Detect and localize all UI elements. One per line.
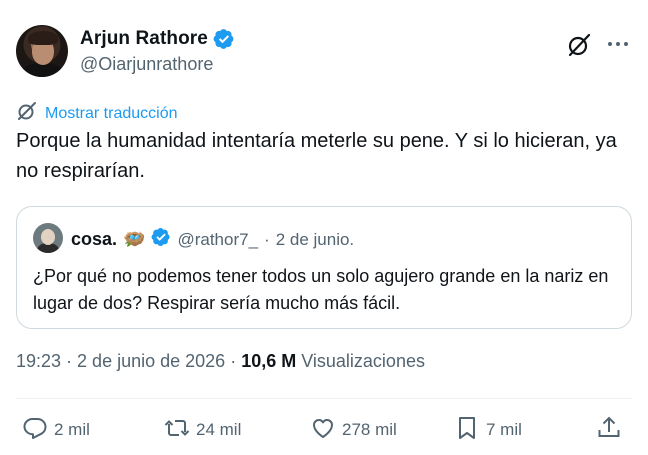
author-name-row: Arjun Rathore — [80, 28, 235, 50]
action-bar: 2 mil 24 mil 278 mil 7 mil — [22, 414, 628, 446]
share-button[interactable] — [596, 414, 622, 446]
share-icon — [596, 415, 622, 446]
translate-link[interactable]: Mostrar traducción — [16, 100, 178, 127]
reply-icon — [22, 415, 48, 446]
tweet-time[interactable]: 19:23 — [16, 351, 61, 372]
divider — [16, 398, 632, 399]
quote-text: ¿Por qué no podemos tener todos un solo … — [33, 266, 609, 313]
translate-label[interactable]: Mostrar traducción — [45, 105, 178, 123]
quote-verified-badge-icon — [151, 227, 171, 252]
bookmark-button[interactable]: 7 mil — [454, 414, 522, 446]
heart-icon — [310, 415, 336, 446]
repost-count: 24 mil — [196, 420, 242, 439]
grok-icon[interactable] — [566, 32, 592, 58]
quoted-tweet[interactable]: cosa. 🪺 @rathor7_ · 2 de junio. ¿Por qué… — [16, 206, 632, 329]
like-count: 278 mil — [342, 420, 397, 439]
verified-badge-icon[interactable] — [213, 28, 235, 50]
translate-icon — [16, 100, 38, 127]
meta-separator: · — [230, 351, 237, 371]
author-display-name[interactable]: Arjun Rathore — [80, 28, 208, 50]
repost-icon — [164, 415, 190, 446]
views-label: Visualizaciones — [301, 351, 425, 371]
tweet-header: Arjun Rathore @Oiarjunrathore — [16, 24, 632, 80]
more-icon[interactable] — [606, 34, 630, 54]
meta-separator: · — [66, 351, 73, 371]
nest-emoji-icon: 🪺 — [123, 229, 146, 249]
tweet-meta: 19:23 · 2 de junio de 2026 · 10,6 M Visu… — [16, 351, 425, 372]
bookmark-count: 7 mil — [486, 420, 522, 439]
repost-button[interactable]: 24 mil — [164, 414, 241, 446]
reply-count: 2 mil — [54, 420, 90, 439]
author-avatar[interactable] — [16, 25, 68, 77]
bookmark-icon — [454, 415, 480, 446]
reply-button[interactable]: 2 mil — [22, 414, 90, 446]
like-button[interactable]: 278 mil — [310, 414, 397, 446]
quote-display-name[interactable]: cosa. — [71, 229, 117, 250]
quote-author-avatar[interactable] — [33, 223, 63, 253]
tweet-date[interactable]: 2 de junio de 2026 — [77, 351, 225, 372]
tweet-text: Porque la humanidad intentaría meterle s… — [16, 130, 617, 182]
quote-date[interactable]: 2 de junio. — [276, 230, 354, 250]
quote-header: cosa. 🪺 @rathor7_ · 2 de junio. — [71, 227, 354, 252]
quote-handle[interactable]: @rathor7_ — [177, 230, 258, 250]
quote-separator: · — [264, 229, 270, 249]
author-handle[interactable]: @Oiarjunrathore — [80, 54, 213, 75]
views-count: 10,6 M — [241, 351, 297, 371]
